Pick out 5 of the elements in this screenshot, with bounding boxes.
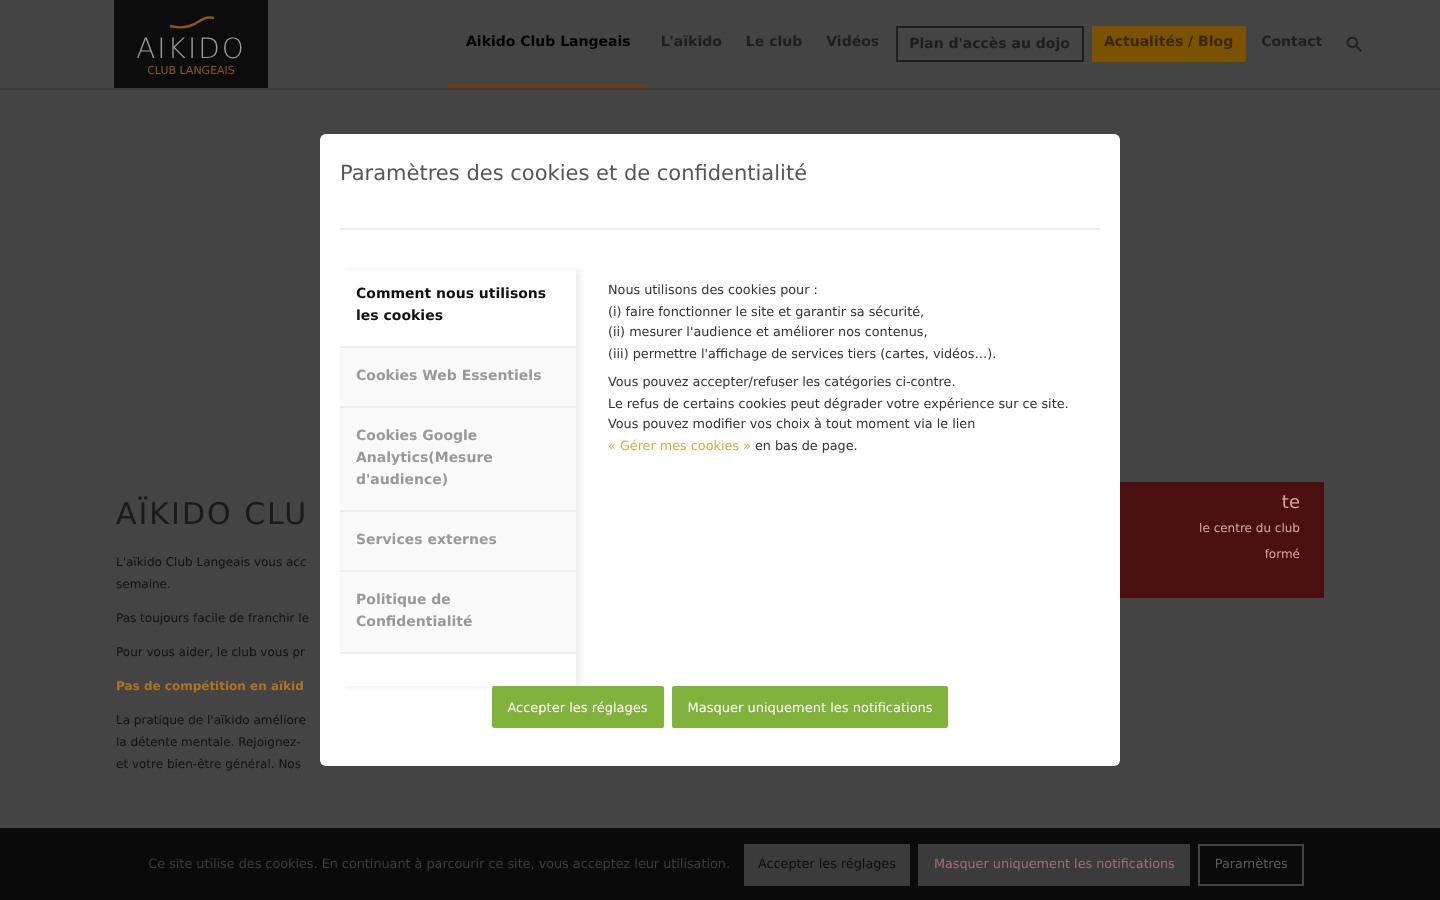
dialog-title: Paramètres des cookies et de confidentialité [338, 160, 810, 190]
search-icon[interactable] [1346, 36, 1363, 52]
card-heading: te [1281, 494, 1300, 514]
logo-title: AIKIDO [136, 36, 246, 66]
brush-stroke-icon [165, 12, 217, 32]
